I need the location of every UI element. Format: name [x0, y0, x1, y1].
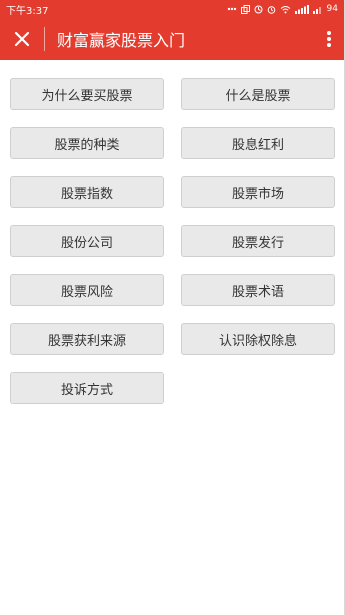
topic-button-stock-risk[interactable]: 股票风险 — [10, 274, 164, 306]
close-button[interactable] — [0, 18, 44, 60]
wifi-icon — [280, 5, 290, 13]
topic-button-profit-sources[interactable]: 股票获利来源 — [10, 323, 164, 355]
app-screen: 下午3:37 94 财富赢家股票入门 为什么要买股票 什么是股票 股票的种类 股… — [0, 0, 345, 615]
battery-level: 94 — [326, 4, 338, 14]
dots-icon — [227, 7, 236, 11]
copy-icon — [240, 4, 250, 14]
more-options-button[interactable] — [314, 18, 344, 60]
topic-button-stock-index[interactable]: 股票指数 — [10, 176, 164, 208]
sync-icon — [254, 5, 263, 13]
topic-button-joint-stock-company[interactable]: 股份公司 — [10, 225, 164, 257]
topic-button-stock-terms[interactable]: 股票术语 — [181, 274, 335, 306]
page-title: 财富赢家股票入门 — [57, 31, 186, 50]
status-time: 下午3:37 — [6, 5, 49, 17]
topic-button-complaint-methods[interactable]: 投诉方式 — [10, 372, 164, 404]
status-bar: 下午3:37 94 — [0, 0, 344, 18]
alarm-icon — [267, 5, 275, 14]
title-divider — [44, 27, 45, 51]
status-icons: 94 — [227, 4, 338, 14]
close-icon — [14, 31, 30, 47]
topic-button-stock-types[interactable]: 股票的种类 — [10, 127, 164, 159]
topic-button-why-buy-stocks[interactable]: 为什么要买股票 — [10, 78, 164, 110]
content-area: 为什么要买股票 什么是股票 股票的种类 股息红利 股票指数 股票市场 股份公司 … — [0, 60, 344, 404]
signal-icon-2 — [312, 6, 321, 14]
signal-icon — [294, 4, 309, 14]
title-bar: 财富赢家股票入门 — [0, 18, 344, 60]
topic-grid: 为什么要买股票 什么是股票 股票的种类 股息红利 股票指数 股票市场 股份公司 … — [10, 78, 335, 404]
more-vertical-icon — [327, 31, 331, 47]
topic-button-what-is-stock[interactable]: 什么是股票 — [181, 78, 335, 110]
topic-button-stock-market[interactable]: 股票市场 — [181, 176, 335, 208]
topic-button-stock-issuance[interactable]: 股票发行 — [181, 225, 335, 257]
topic-button-ex-rights-dividend[interactable]: 认识除权除息 — [181, 323, 335, 355]
topic-button-dividends[interactable]: 股息红利 — [181, 127, 335, 159]
